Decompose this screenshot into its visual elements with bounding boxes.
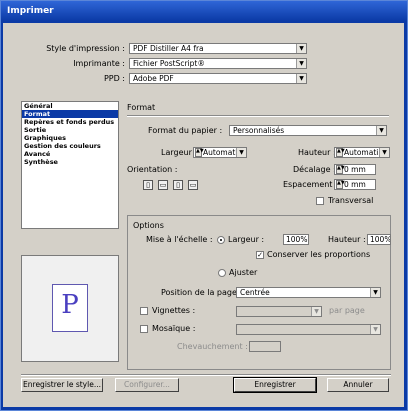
nav-item-format[interactable]: Format bbox=[22, 110, 118, 118]
cancel-button[interactable]: Annuler bbox=[327, 378, 389, 392]
scale-width-label: Largeur : bbox=[228, 235, 265, 244]
printer-label: Imprimante : bbox=[73, 59, 125, 68]
fit-label: Ajuster bbox=[229, 268, 258, 277]
chevron-down-icon: ▼ bbox=[236, 148, 246, 157]
spinner-icon[interactable]: ▲▼ bbox=[195, 148, 204, 157]
dialog-client: Style d'impression : PDF Distiller A4 fr… bbox=[3, 23, 404, 407]
scale-width-field[interactable]: 100% bbox=[283, 234, 309, 245]
chevron-down-icon: ▼ bbox=[370, 288, 380, 297]
thumbnails-checkbox[interactable] bbox=[140, 307, 148, 315]
height-label: Hauteur : bbox=[298, 148, 336, 157]
offset-label: Décalage : bbox=[293, 165, 336, 174]
height-select[interactable]: ▲▼Automati ▼ bbox=[334, 147, 390, 158]
nav-item-summary[interactable]: Synthèse bbox=[22, 158, 118, 166]
thumbnails-label: Vignettes : bbox=[152, 306, 196, 315]
paper-size-label: Format du papier : bbox=[148, 126, 223, 135]
orientation-reverse-portrait-icon[interactable]: ▯ bbox=[173, 180, 183, 190]
spinner-icon[interactable]: ▲▼ bbox=[336, 180, 345, 189]
keep-proportions-label: Conserver les proportions bbox=[267, 250, 371, 259]
transverse-checkbox[interactable] bbox=[316, 197, 324, 205]
chevron-down-icon: ▼ bbox=[296, 74, 306, 83]
width-label: Largeur : bbox=[161, 148, 198, 157]
scale-height-label: Hauteur : bbox=[328, 235, 366, 244]
paper-size-select[interactable]: Personnalisés ▼ bbox=[229, 125, 387, 136]
page-thumbnail: P bbox=[52, 284, 88, 332]
width-select[interactable]: ▲▼Automati ▼ bbox=[193, 147, 247, 158]
print-dialog: Imprimer Style d'impression : PDF Distil… bbox=[0, 0, 408, 411]
nav-item-output[interactable]: Sortie bbox=[22, 126, 118, 134]
options-title: Options bbox=[133, 221, 164, 230]
nav-item-marks-bleed[interactable]: Repères et fonds perdus bbox=[22, 118, 118, 126]
chevron-down-icon: ▼ bbox=[379, 148, 389, 157]
page-position-select[interactable]: Centrée ▼ bbox=[236, 287, 381, 298]
spacing-value: 0 mm bbox=[344, 180, 366, 189]
print-style-label: Style d'impression : bbox=[46, 44, 125, 53]
per-page-label: par page bbox=[329, 306, 365, 315]
scale-label: Mise à l'échelle : bbox=[146, 235, 213, 244]
scale-height-field[interactable]: 100% bbox=[367, 234, 391, 245]
orientation-reverse-landscape-icon[interactable]: ▭ bbox=[188, 180, 198, 190]
save-style-button[interactable]: Enregistrer le style... bbox=[21, 378, 103, 392]
print-style-value: PDF Distiller A4 fra bbox=[133, 44, 204, 53]
keep-proportions-checkbox[interactable]: ✓ bbox=[256, 251, 264, 259]
spacing-field[interactable]: ▲▼0 mm bbox=[334, 179, 376, 190]
nav-item-general[interactable]: Général bbox=[22, 102, 118, 110]
overlap-field[interactable] bbox=[249, 341, 281, 352]
printer-value: Fichier PostScript® bbox=[133, 59, 205, 68]
mosaic-label: Mosaïque : bbox=[152, 324, 196, 333]
chevron-down-icon: ▼ bbox=[296, 59, 306, 68]
offset-field[interactable]: ▲▼0 mm bbox=[334, 164, 376, 175]
nav-item-color-management[interactable]: Gestion des couleurs bbox=[22, 142, 118, 150]
printer-select[interactable]: Fichier PostScript® ▼ bbox=[129, 58, 307, 69]
spinner-icon[interactable]: ▲▼ bbox=[336, 165, 345, 174]
page-preview: P bbox=[21, 255, 119, 362]
ppd-value: Adobe PDF bbox=[133, 74, 174, 83]
bottom-divider bbox=[21, 374, 391, 376]
nav-item-graphics[interactable]: Graphiques bbox=[22, 134, 118, 142]
chevron-down-icon: ▼ bbox=[376, 126, 386, 135]
chevron-down-icon: ▼ bbox=[311, 307, 321, 316]
format-divider bbox=[127, 115, 389, 117]
print-style-select[interactable]: PDF Distiller A4 fra ▼ bbox=[129, 43, 307, 54]
height-value: Automati bbox=[344, 148, 379, 157]
spinner-icon[interactable]: ▲▼ bbox=[336, 148, 345, 157]
dialog-title: Imprimer bbox=[1, 1, 407, 21]
save-button[interactable]: Enregistrer bbox=[233, 377, 317, 393]
preview-letter: P bbox=[61, 290, 79, 320]
paper-size-value: Personnalisés bbox=[233, 126, 285, 135]
orientation-portrait-icon[interactable]: ▯ bbox=[143, 180, 153, 190]
ppd-select[interactable]: Adobe PDF ▼ bbox=[129, 73, 307, 84]
configure-button[interactable]: Configurer... bbox=[115, 378, 179, 392]
spacing-label: Espacement : bbox=[283, 180, 338, 189]
orientation-landscape-icon[interactable]: ▭ bbox=[158, 180, 168, 190]
fit-radio[interactable] bbox=[218, 269, 226, 277]
ppd-label: PPD : bbox=[103, 74, 125, 83]
offset-value: 0 mm bbox=[344, 165, 366, 174]
page-position-label: Position de la page : bbox=[161, 288, 243, 297]
mosaic-select[interactable]: ▼ bbox=[236, 324, 381, 335]
orientation-label: Orientation : bbox=[127, 165, 178, 174]
page-position-value: Centrée bbox=[240, 288, 270, 297]
format-section-title: Format bbox=[127, 103, 156, 112]
scale-width-radio[interactable] bbox=[217, 236, 225, 244]
chevron-down-icon: ▼ bbox=[296, 44, 306, 53]
transverse-label: Transversal bbox=[328, 196, 374, 205]
mosaic-checkbox[interactable] bbox=[140, 325, 148, 333]
thumbnails-select[interactable]: ▼ bbox=[236, 306, 322, 317]
overlap-label: Chevauchement : bbox=[177, 342, 248, 351]
chevron-down-icon: ▼ bbox=[370, 325, 380, 334]
nav-item-advanced[interactable]: Avancé bbox=[22, 150, 118, 158]
width-value: Automati bbox=[203, 148, 238, 157]
settings-nav-list: Général Format Repères et fonds perdus S… bbox=[21, 101, 119, 229]
